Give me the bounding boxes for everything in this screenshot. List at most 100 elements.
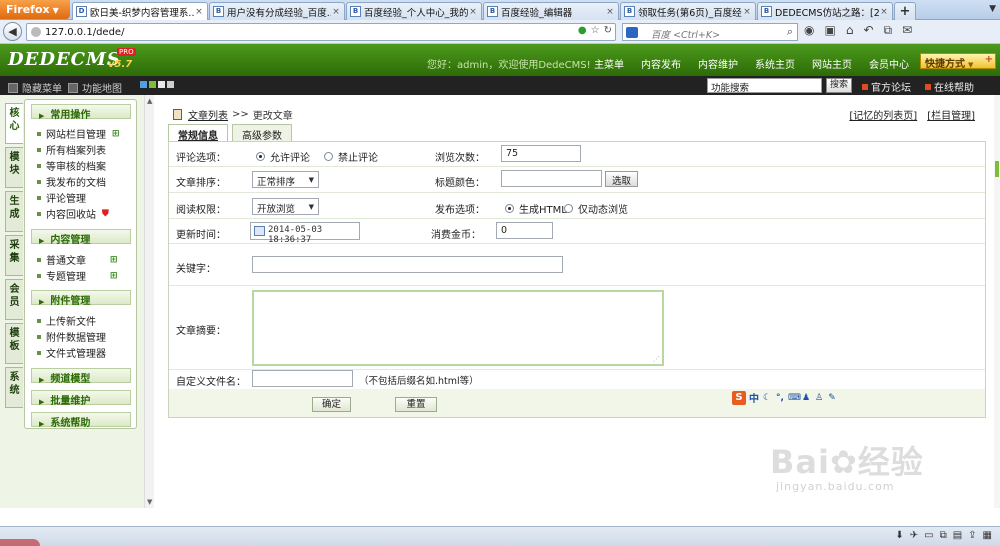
keyboard-icon[interactable]: ⌨ <box>788 393 801 403</box>
share-icon[interactable]: ⇪ <box>968 530 976 541</box>
addon-icon[interactable]: ◉ <box>804 23 814 38</box>
group-common[interactable]: ▶ 常用操作 <box>31 104 131 121</box>
screenshot-icon[interactable]: ▣ <box>824 23 835 38</box>
user-icon[interactable]: ♟ <box>801 393 811 403</box>
tab-baidu-1[interactable]: B 用户没有分成经验_百度... × <box>209 2 345 20</box>
wrench-icon[interactable]: ✎ <box>827 393 837 403</box>
close-icon[interactable]: × <box>194 7 204 17</box>
quick-menu-button[interactable]: 快捷方式 ▼ + <box>920 53 996 70</box>
home-icon[interactable]: ⌂ <box>846 23 854 38</box>
tab-dede-admin[interactable]: D 欧日美-织梦内容管理系... × <box>72 2 208 20</box>
vtab-module[interactable]: 模块 <box>5 147 23 188</box>
group-batch[interactable]: ▶ 批量维护 <box>31 390 131 407</box>
top-menu-publish[interactable]: 内容发布 <box>641 56 681 71</box>
hide-menu-toggle[interactable]: 隐藏菜单 <box>8 80 62 95</box>
undo-icon[interactable]: ↶ <box>863 23 873 38</box>
go-icon[interactable]: ● <box>578 25 587 36</box>
group-content[interactable]: ▶ 内容管理 <box>31 229 131 246</box>
menu-item-my-docs[interactable]: 我发布的文档 <box>37 174 106 189</box>
site-identity-icon[interactable] <box>31 27 41 37</box>
menu-item-upload[interactable]: 上传新文件 <box>37 313 96 328</box>
top-menu-main[interactable]: 主菜单 <box>594 56 624 71</box>
calendar-icon[interactable] <box>254 226 265 236</box>
skin-green-swatch[interactable] <box>149 81 156 88</box>
resize-grip-icon[interactable]: ⋰ <box>653 355 660 363</box>
download-icon[interactable]: ⬇ <box>895 530 903 541</box>
official-forum-link[interactable]: 官方论坛 <box>862 79 911 94</box>
menu-item-file-manager[interactable]: 文件式管理器 <box>37 345 106 360</box>
read-permission-select[interactable]: 开放浏览 ▼ <box>252 198 319 215</box>
vtab-collect[interactable]: 采集 <box>5 235 23 276</box>
tab-advanced-params[interactable]: 高级参数 <box>232 124 292 142</box>
tab-normal-info[interactable]: 常规信息 <box>168 124 228 142</box>
url-bar[interactable]: 127.0.0.1/dede/ ● ☆ ↻ <box>26 23 616 41</box>
menu-item-article[interactable]: 普通文章 ⊞ <box>37 252 118 267</box>
punctuation-icon[interactable]: °, <box>775 393 785 403</box>
main-scrollbar[interactable] <box>994 95 1000 508</box>
firefox-menu-button[interactable]: Firefox ▼ <box>0 0 70 19</box>
menu-item-all-docs[interactable]: 所有档案列表 <box>37 142 106 157</box>
close-icon[interactable]: × <box>879 7 889 17</box>
online-help-link[interactable]: 在线帮助 <box>925 79 974 94</box>
filename-input[interactable] <box>252 370 353 387</box>
column-manage-link[interactable]: [栏目管理] <box>927 107 975 122</box>
title-color-input[interactable] <box>501 170 602 187</box>
add-icon[interactable]: ⊞ <box>110 255 118 265</box>
search-icon[interactable]: ⌕ <box>787 25 793 39</box>
reset-button[interactable]: 重置 <box>395 397 437 412</box>
baidu-search-engine-icon[interactable] <box>626 27 638 38</box>
ime-mode-label[interactable]: 中 <box>749 390 759 405</box>
sogou-logo-icon[interactable]: S <box>732 390 746 405</box>
sidebar-scrollbar[interactable]: ▲ ▼ <box>144 95 154 508</box>
sort-select[interactable]: 正常排序 ▼ <box>252 171 319 188</box>
function-search-button[interactable]: 搜索 <box>826 78 852 93</box>
vtab-template[interactable]: 模板 <box>5 323 23 364</box>
menu-item-recycle-bin[interactable]: 内容回收站 ⛊ <box>37 206 109 221</box>
crop-icon[interactable]: ⧉ <box>884 23 893 38</box>
group-help[interactable]: ▶ 系统帮助 <box>31 412 131 429</box>
skin-blue-swatch[interactable] <box>140 81 147 88</box>
tab-list-icon[interactable]: ▼ <box>989 4 996 14</box>
vtab-core[interactable]: 核心 <box>5 103 23 144</box>
skin-gray-swatch[interactable] <box>167 81 174 88</box>
breadcrumb-article-list[interactable]: 文章列表 <box>188 107 228 122</box>
memory-list-link[interactable]: [记忆的列表页] <box>849 107 917 122</box>
close-icon[interactable]: × <box>605 7 615 17</box>
page-icon[interactable]: ▤ <box>953 530 962 541</box>
function-map-toggle[interactable]: 功能地图 <box>68 80 122 95</box>
window-icon[interactable]: ▭ <box>924 530 933 541</box>
menu-item-column-manage[interactable]: 网站栏目管理 ⊞ <box>37 126 120 141</box>
group-attachments[interactable]: ▶ 附件管理 <box>31 290 131 307</box>
empty-bin-icon[interactable]: ⛊ <box>102 209 109 219</box>
close-icon[interactable]: × <box>331 7 341 17</box>
top-menu-maintain[interactable]: 内容维护 <box>698 56 738 71</box>
skin-white-swatch[interactable] <box>158 81 165 88</box>
vtab-generate[interactable]: 生成 <box>5 191 23 232</box>
top-menu-member[interactable]: 会员中心 <box>869 56 909 71</box>
views-input[interactable]: 75 <box>501 145 581 162</box>
keywords-input[interactable] <box>252 256 563 273</box>
group-channel-model[interactable]: ▶ 频道模型 <box>31 368 131 385</box>
menu-item-attach-data[interactable]: 附件数据管理 <box>37 329 106 344</box>
bookmark-star-icon[interactable]: ☆ <box>591 25 600 36</box>
addon-bar-icon[interactable]: ✈ <box>910 530 918 541</box>
pick-color-button[interactable]: 选取 <box>605 171 639 187</box>
publish-dynamic-radio[interactable]: 仅动态浏览 <box>564 201 628 216</box>
shirt-icon[interactable]: ♙ <box>814 393 824 403</box>
close-icon[interactable]: × <box>468 7 478 17</box>
tab-baidu-3[interactable]: B 百度经验_编辑器 × <box>483 2 619 20</box>
top-menu-system-home[interactable]: 系统主页 <box>755 56 795 71</box>
coin-input[interactable]: 0 <box>496 222 553 239</box>
back-button[interactable]: ◀ <box>3 22 22 41</box>
scroll-down-icon[interactable]: ▼ <box>147 498 152 506</box>
comment-allow-radio[interactable]: 允许评论 <box>256 149 310 164</box>
vtab-member[interactable]: 会员 <box>5 279 23 320</box>
web-search-box[interactable]: 百度 <Ctrl+K> ⌕ <box>622 23 798 41</box>
top-menu-site-home[interactable]: 网站主页 <box>812 56 852 71</box>
reload-icon[interactable]: ↻ <box>604 25 612 36</box>
chat-icon[interactable]: ✉ <box>902 23 912 38</box>
moon-icon[interactable]: ☾ <box>762 393 772 403</box>
grid-icon[interactable]: ▦ <box>983 530 992 541</box>
confirm-button[interactable]: 确定 <box>312 397 351 412</box>
comment-deny-radio[interactable]: 禁止评论 <box>324 149 378 164</box>
